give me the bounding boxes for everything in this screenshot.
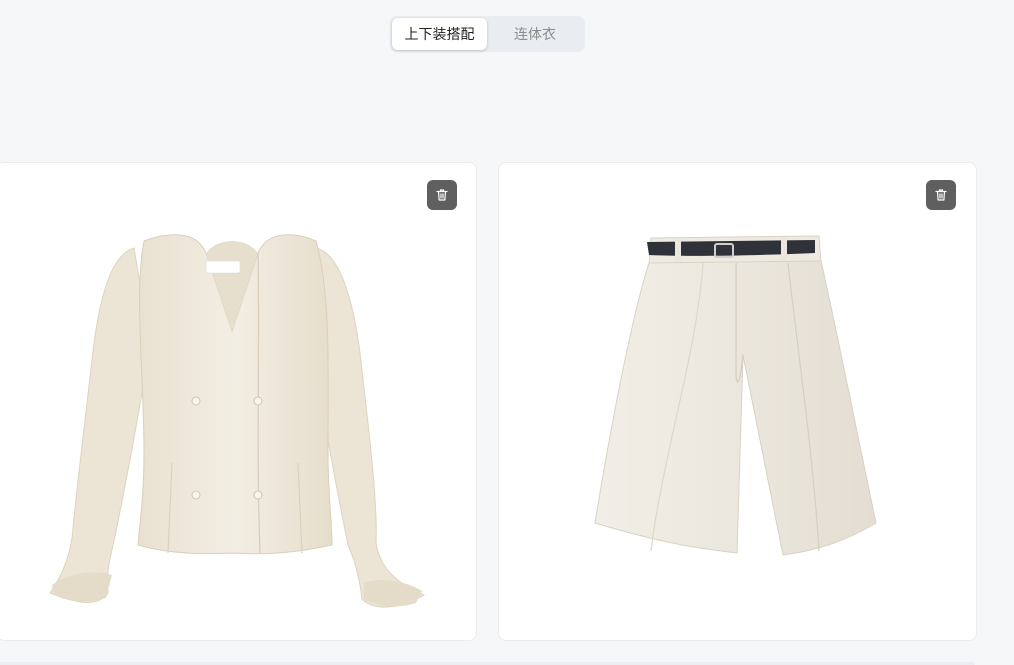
bottom-garment-card[interactable] (498, 162, 977, 641)
delete-bottom-button[interactable] (926, 180, 956, 210)
blouse-image (49, 234, 426, 608)
shorts-image (594, 235, 877, 556)
top-garment-card[interactable] (0, 162, 477, 641)
trash-icon (436, 189, 448, 201)
tab-jumpsuit[interactable]: 连体衣 (487, 18, 583, 50)
tab-top-bottom-combo[interactable]: 上下装搭配 (392, 18, 487, 50)
delete-top-button[interactable] (427, 180, 457, 210)
trash-icon (935, 189, 947, 201)
outfit-type-switch: 上下装搭配 连体衣 (390, 16, 585, 52)
